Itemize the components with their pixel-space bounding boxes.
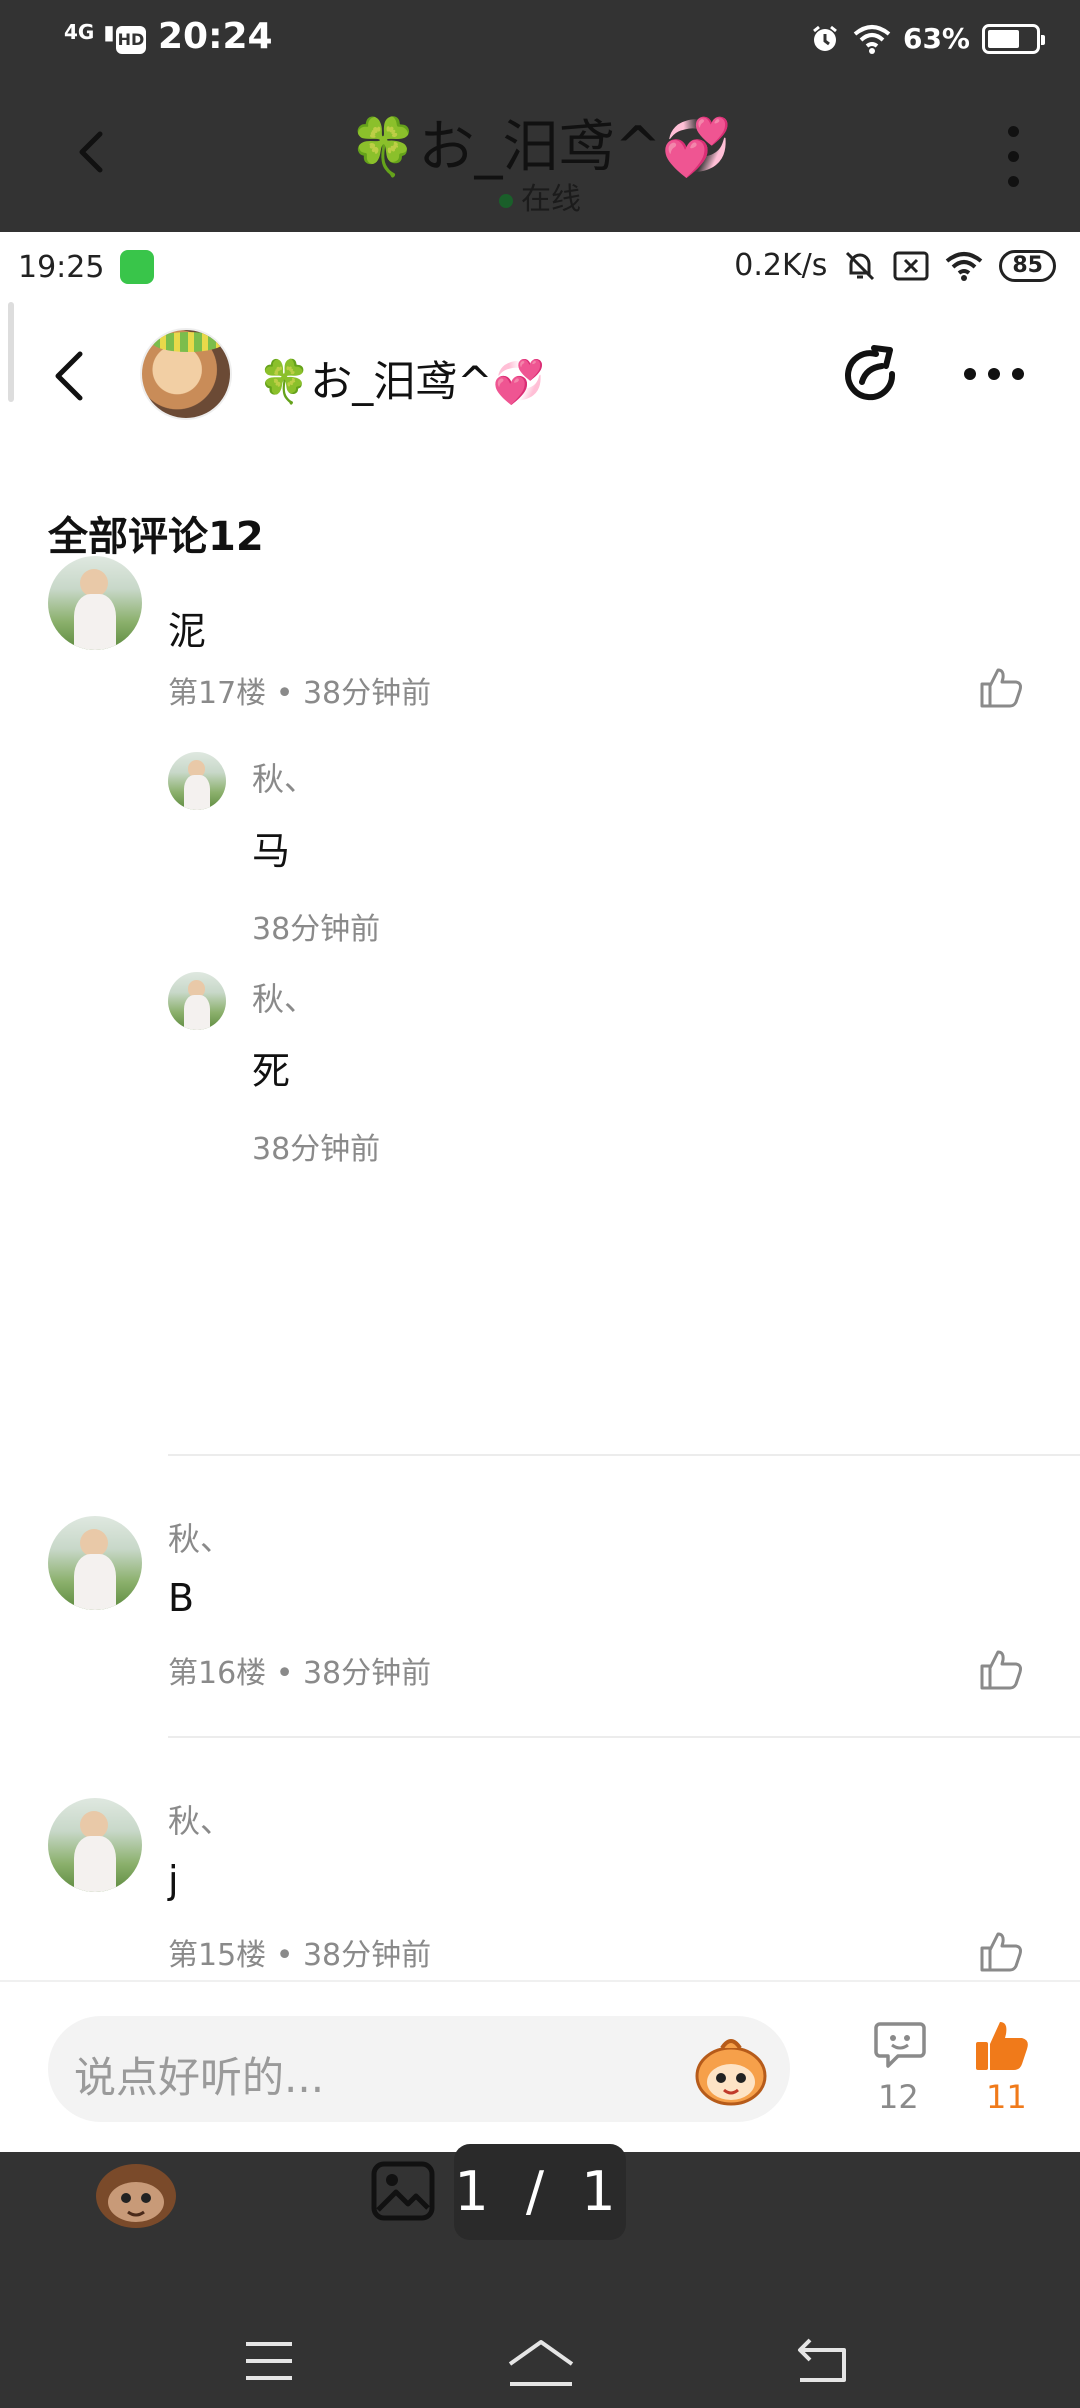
author-name[interactable]: 🍀お_汨鸢^💞 <box>258 348 545 409</box>
battery-pill: 85 <box>999 249 1056 282</box>
like-filled-icon[interactable] <box>974 2018 1030 2074</box>
outer-clock: 20:24 <box>158 16 273 57</box>
reply-nickname[interactable]: 秋、 <box>252 754 316 800</box>
more-options-icon[interactable] <box>964 368 1024 380</box>
comment-text: 泥 <box>168 609 207 653</box>
home-icon[interactable] <box>506 2334 576 2388</box>
screenshot-status-right: 0.2K/s 85 <box>734 248 1056 283</box>
reply-time: 38分钟前 <box>252 1132 381 1167</box>
comment-meta: 第16楼 • 38分钟前 <box>168 1648 431 1692</box>
like-icon[interactable] <box>978 664 1024 710</box>
outer-chat-header: 🍀お_汨鸢^💞 在线 <box>0 80 1080 232</box>
network-speed: 0.2K/s <box>734 248 828 283</box>
menu-icon[interactable] <box>244 2340 294 2382</box>
comment-text: B <box>168 1576 195 1620</box>
outer-more-icon[interactable] <box>1008 126 1022 201</box>
commenter-nickname[interactable]: 秋、 <box>168 1796 232 1842</box>
comments-section-title: 全部评论12 <box>48 514 264 560</box>
like-icon[interactable] <box>978 1646 1024 1692</box>
comment-input-bar: 说点好听的... 12 11 <box>0 1980 1080 2152</box>
comment-floor: 第15楼 <box>168 1938 267 1973</box>
post-header: 🍀お_汨鸢^💞 <box>0 302 1080 452</box>
hd-icon: HD <box>116 26 146 54</box>
no-sim-icon <box>893 251 929 280</box>
reply-text: 死 <box>252 1049 291 1093</box>
reply-nickname[interactable]: 秋、 <box>252 974 316 1020</box>
screenshot-clock: 19:25 <box>18 250 105 285</box>
commenter-avatar[interactable] <box>48 1516 142 1610</box>
commenter-nickname[interactable]: 秋、 <box>168 1514 232 1560</box>
like-count: 11 <box>986 2078 1027 2116</box>
comment-time: 38分钟前 <box>302 676 432 711</box>
like-icon[interactable] <box>978 1928 1024 1974</box>
comment-meta: 第17楼 • 38分钟前 <box>168 668 431 712</box>
comment-time: 38分钟前 <box>302 1938 432 1973</box>
share-icon[interactable] <box>840 344 904 408</box>
comment-icon[interactable] <box>874 2018 926 2070</box>
comment-meta: 第15楼 • 38分钟前 <box>168 1930 431 1974</box>
outer-status-right: 63% <box>809 22 1045 55</box>
battery-icon <box>982 23 1045 54</box>
alarm-icon <box>813 25 837 51</box>
image-icon[interactable] <box>370 2160 436 2222</box>
comment-time: 38分钟前 <box>302 1656 432 1691</box>
outer-bottom-bar: 1 / 1 <box>0 2144 1080 2408</box>
wifi-icon <box>853 24 891 54</box>
screenshot-status-bar: 19:25 0.2K/s 85 <box>0 232 1080 302</box>
emoji-icon[interactable] <box>690 2030 772 2108</box>
input-placeholder: 说点好听的... <box>74 2053 325 2102</box>
commenter-avatar[interactable] <box>48 1798 142 1892</box>
back-icon[interactable] <box>46 346 90 406</box>
online-label: 在线 <box>521 182 581 217</box>
signal-icon: ▮ <box>103 20 115 44</box>
outer-status-bar: 4G ▮ HD 20:24 63% <box>0 0 1080 80</box>
reply-text: 马 <box>252 829 291 873</box>
comment-divider <box>168 1454 1080 1456</box>
network-label: 4G <box>64 20 95 44</box>
page-indicator: 1 / 1 <box>454 2144 626 2240</box>
commenter-avatar[interactable] <box>48 556 142 650</box>
network-indicator: 4G ▮ <box>64 22 114 42</box>
shared-screenshot[interactable]: 19:25 0.2K/s 85 🍀お_汨鸢^💞 全部评论12 泥 第17楼 • … <box>0 232 1080 2152</box>
comment-floor: 第16楼 <box>168 1656 267 1691</box>
wifi-icon-small <box>946 251 983 281</box>
comment-text: j <box>168 1858 179 1902</box>
app-notification-icon <box>120 250 154 284</box>
online-status: 在线 <box>0 174 1080 218</box>
battery-percent: 63% <box>902 22 970 55</box>
reply-time: 38分钟前 <box>252 912 381 947</box>
comment-divider <box>168 1736 1080 1738</box>
nav-back-icon[interactable] <box>796 2334 850 2384</box>
meta-separator: • <box>266 1938 303 1973</box>
online-dot-icon <box>499 193 513 208</box>
emoji-monkey-icon[interactable] <box>92 2154 180 2230</box>
meta-separator: • <box>266 1656 303 1691</box>
reply-avatar[interactable] <box>168 752 226 810</box>
meta-separator: • <box>266 676 303 711</box>
outer-chat-title: 🍀お_汨鸢^💞 <box>348 115 732 180</box>
comment-count: 12 <box>878 2078 919 2116</box>
comment-floor: 第17楼 <box>168 676 267 711</box>
comment-input[interactable]: 说点好听的... <box>48 2016 790 2122</box>
reply-avatar[interactable] <box>168 972 226 1030</box>
bell-muted-icon <box>846 251 875 280</box>
author-avatar[interactable] <box>140 328 232 420</box>
